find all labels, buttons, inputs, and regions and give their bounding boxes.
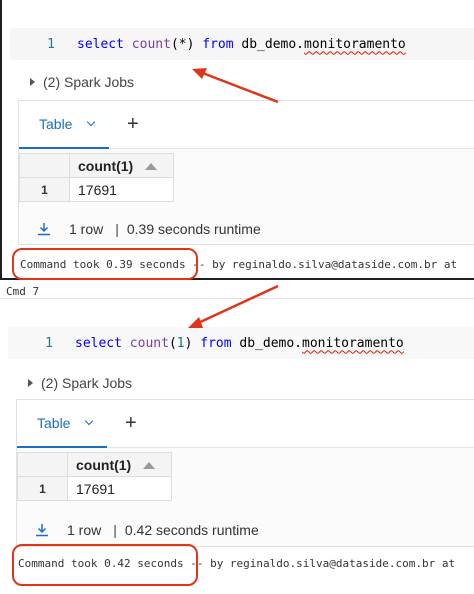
add-tab-button[interactable]: + (125, 413, 137, 433)
spark-jobs-label: (2) Spark Jobs (43, 74, 135, 90)
paren-close: ) (184, 335, 193, 351)
column-header-label: count(1) (78, 157, 134, 174)
chevron-down-icon[interactable] (85, 416, 94, 426)
function-count: count (131, 36, 171, 52)
result-footer: 1 row | 0.42 seconds runtime (17, 512, 474, 548)
paren-open: ( (170, 36, 179, 52)
table-name: monitoramento (304, 36, 406, 52)
result-table: count(1) 1 17691 (17, 452, 172, 501)
table-namespace: db_demo. (241, 36, 305, 52)
tab-table-label: Table (37, 415, 71, 431)
add-tab-button[interactable]: + (127, 114, 139, 134)
table-row: 1 17691 (19, 177, 174, 202)
spark-jobs-label: (2) Spark Jobs (41, 375, 133, 391)
expand-triangle-icon (28, 379, 33, 387)
tab-table[interactable]: Table (17, 400, 107, 448)
table-row: 1 17691 (17, 476, 172, 501)
spark-jobs-toggle[interactable]: (2) Spark Jobs (28, 375, 132, 391)
table-header-row: count(1) (19, 153, 174, 178)
table-header-row: count(1) (17, 452, 172, 477)
annotation-highlight-1 (12, 248, 198, 280)
tab-table-label: Table (39, 116, 73, 132)
tab-table[interactable]: Table (19, 101, 109, 149)
result-tabbar: Table + (17, 400, 474, 448)
table-cell[interactable]: 17691 (67, 476, 172, 501)
separator: | (113, 522, 117, 538)
keyword-from: from (200, 335, 232, 351)
code-editor[interactable]: 1 select count(1) from db_demo. monitoram… (8, 327, 474, 359)
table-namespace: db_demo. (239, 335, 303, 351)
spark-jobs-toggle[interactable]: (2) Spark Jobs (30, 74, 134, 90)
line-number: 1 (47, 36, 55, 52)
index-header (19, 153, 70, 178)
command-author: -- by reginaldo.silva@dataside.com.br at (183, 557, 456, 570)
runtime-text: 0.42 seconds runtime (124, 522, 259, 538)
chevron-down-icon[interactable] (87, 117, 96, 127)
cmd-label: Cmd 7 (6, 285, 40, 298)
table-name: monitoramento (302, 335, 404, 351)
row-count: 1 row (67, 522, 102, 538)
column-header[interactable]: count(1) (69, 153, 174, 178)
row-count: 1 row (69, 221, 104, 237)
download-icon[interactable] (35, 523, 49, 537)
result-table: count(1) 1 17691 (19, 153, 174, 202)
line-number: 1 (45, 335, 53, 351)
index-header (17, 452, 68, 477)
annotation-highlight-2 (12, 544, 198, 586)
runtime-text: 0.39 seconds runtime (126, 221, 261, 237)
paren-open: ( (168, 335, 177, 351)
notebook-cell-1: 1 select count(*) from db_demo. monitoram… (0, 0, 474, 280)
result-footer: 1 row | 0.39 seconds runtime (19, 211, 474, 247)
column-header[interactable]: count(1) (67, 452, 172, 477)
result-panel: Table + count(1) 1 17691 1 row | 0.39 se… (18, 100, 474, 245)
function-count: count (129, 335, 169, 351)
code-editor[interactable]: 1 select count(*) from db_demo. monitoram… (10, 28, 474, 60)
count-argument: * (178, 36, 187, 52)
download-icon[interactable] (37, 222, 51, 236)
table-cell[interactable]: 17691 (69, 177, 174, 202)
count-argument: 1 (176, 335, 185, 351)
row-index: 1 (19, 177, 70, 202)
command-author: -- by reginaldo.silva@dataside.com.br at (185, 258, 458, 271)
row-index: 1 (17, 476, 68, 501)
keyword-select: select (75, 335, 122, 351)
keyword-select: select (77, 36, 124, 52)
separator: | (115, 221, 119, 237)
keyword-from: from (202, 36, 234, 52)
expand-triangle-icon (30, 78, 35, 86)
sort-icon[interactable] (143, 461, 156, 469)
sort-icon[interactable] (145, 162, 158, 170)
result-panel: Table + count(1) 1 17691 1 row | 0.42 se… (16, 399, 474, 547)
paren-close: ) (186, 36, 195, 52)
column-header-label: count(1) (76, 456, 132, 473)
result-tabbar: Table + (19, 101, 474, 149)
